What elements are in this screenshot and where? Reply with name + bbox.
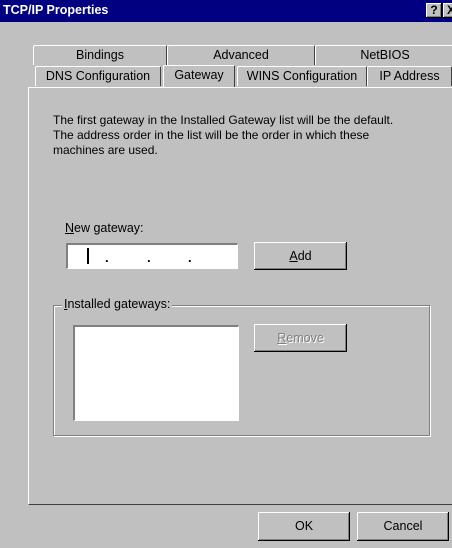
installed-gateways-list[interactable] (73, 325, 239, 421)
tab-advanced[interactable]: Advanced (167, 45, 315, 65)
cancel-button[interactable]: Cancel (357, 512, 449, 541)
ip-octet-separator: . (147, 250, 151, 265)
tab-dns-configuration[interactable]: DNS Configuration (35, 66, 161, 86)
title-bar: TCP/IP Properties ? X (0, 0, 452, 22)
close-button[interactable]: X (443, 3, 452, 18)
ip-octet-separator: . (105, 250, 109, 265)
installed-gateways-label: Installed gateways: (62, 297, 173, 311)
remove-button[interactable]: Remove (254, 324, 347, 352)
ok-button[interactable]: OK (258, 512, 350, 541)
tcpip-properties-dialog: TCP/IP Properties ? X Bindings Advanced … (0, 0, 452, 548)
help-button[interactable]: ? (426, 3, 442, 18)
tab-ip-address[interactable]: IP Address (367, 66, 452, 86)
description-line: The address order in the list will be th… (53, 128, 370, 142)
window-title: TCP/IP Properties (3, 3, 109, 17)
description-line: machines are used. (53, 143, 158, 157)
text-caret (87, 248, 89, 264)
tab-gateway[interactable]: Gateway (163, 65, 235, 87)
description-line: The first gateway in the Installed Gatew… (53, 113, 394, 127)
add-button[interactable]: Add (254, 242, 347, 270)
ip-octet-separator: . (188, 250, 192, 265)
new-gateway-label: New gateway: (65, 221, 144, 235)
new-gateway-ip-input[interactable]: . . . (66, 243, 238, 269)
gateway-description: The first gateway in the Installed Gatew… (53, 113, 448, 158)
tab-wins-configuration[interactable]: WINS Configuration (237, 66, 367, 86)
tab-netbios[interactable]: NetBIOS (315, 45, 452, 65)
tab-bindings[interactable]: Bindings (33, 45, 167, 65)
